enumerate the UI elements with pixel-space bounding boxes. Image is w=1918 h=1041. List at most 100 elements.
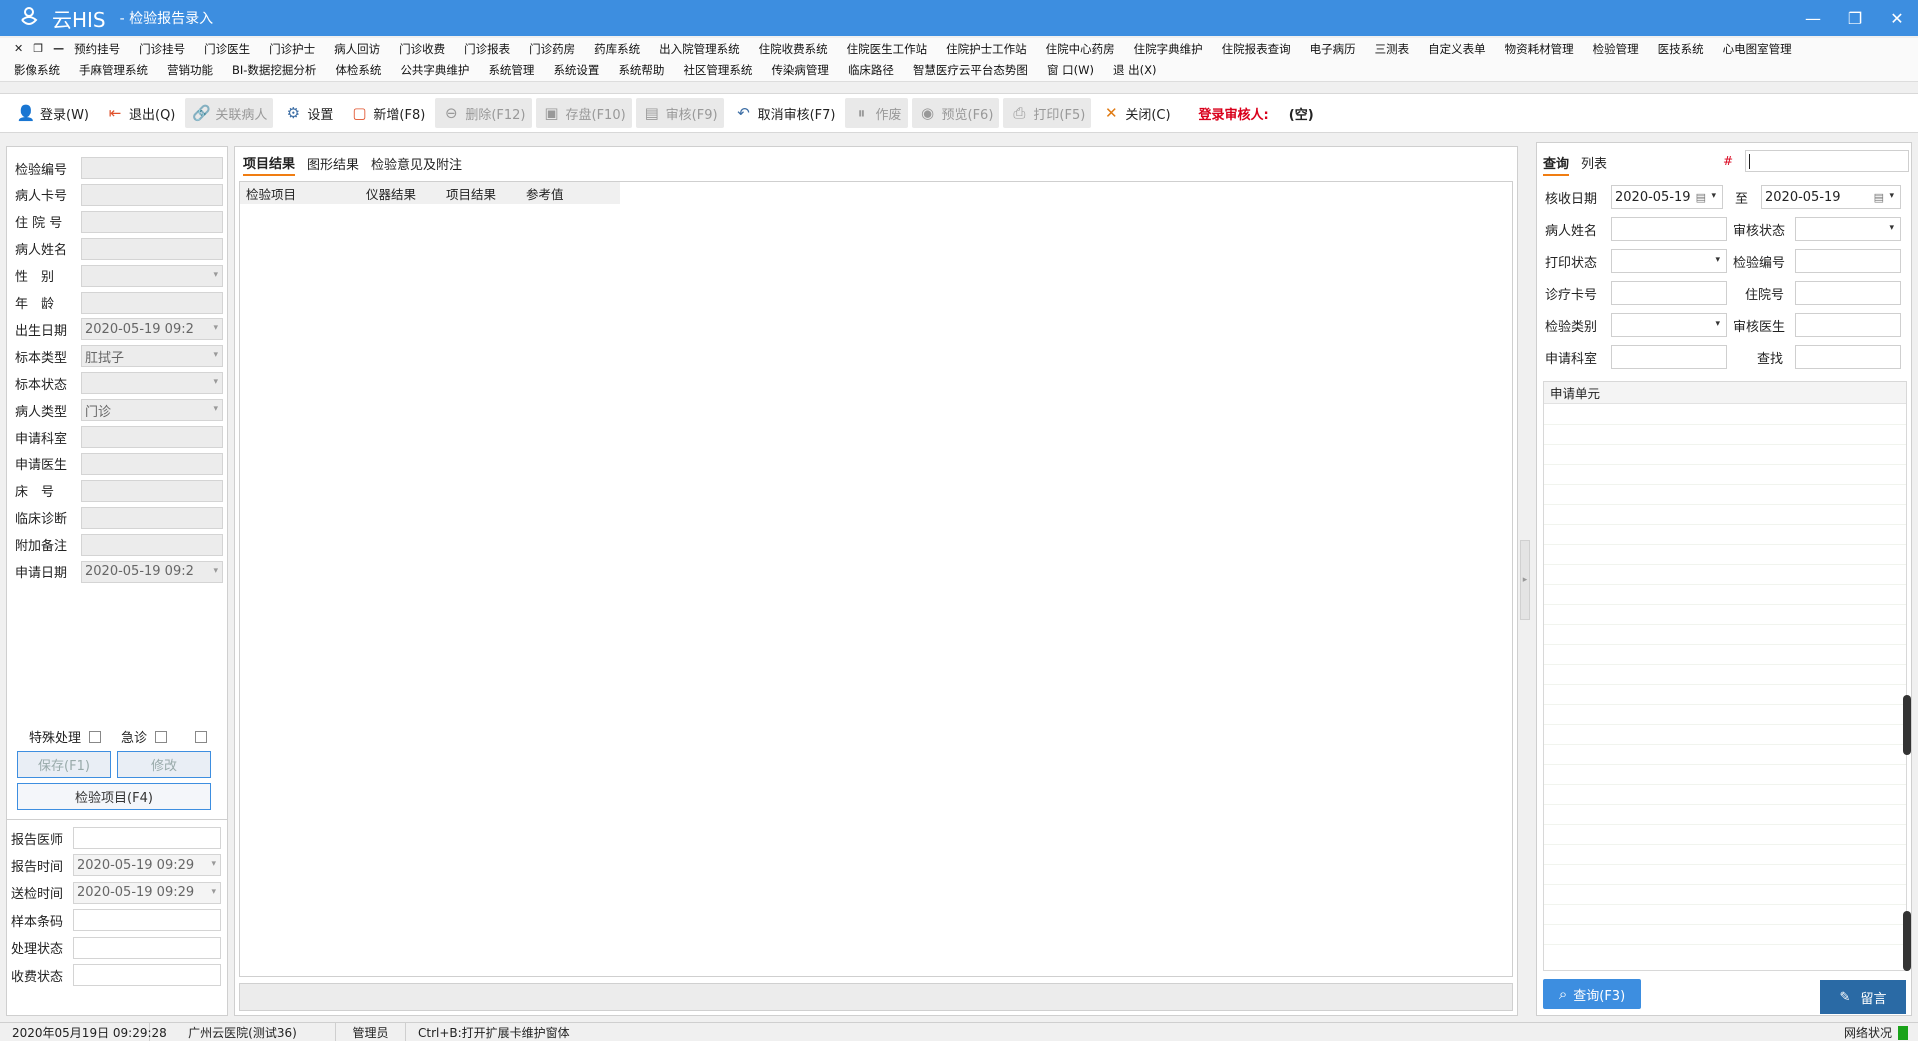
center-tab[interactable]: 图形结果 <box>307 152 359 175</box>
menu-item[interactable]: 临床路径 <box>848 62 894 78</box>
menu-item[interactable]: 出入院管理系统 <box>659 41 740 57</box>
menu-item[interactable]: 预约挂号 <box>74 41 120 57</box>
apply-dept-input[interactable] <box>1611 345 1727 369</box>
menu-item[interactable]: 病人回访 <box>334 41 380 57</box>
center-tab[interactable]: 项目结果 <box>243 151 296 176</box>
menu-item[interactable]: 药库系统 <box>594 41 640 57</box>
tab-list[interactable]: 列表 <box>1581 153 1607 176</box>
menu-item[interactable]: BI-数据挖掘分析 <box>232 62 316 78</box>
panel-splitter-handle[interactable]: ▸ <box>1520 540 1530 620</box>
column-header[interactable]: 仪器结果 <box>360 184 440 203</box>
menu-item[interactable]: 三测表 <box>1375 41 1410 57</box>
field-input[interactable]: 2020-05-19 09:2 ▾ <box>81 560 223 583</box>
menu-item[interactable]: 退 出(X) <box>1113 62 1157 78</box>
add-button[interactable]: ▢ 新增(F8) <box>343 98 431 128</box>
menu-item[interactable]: 门诊护士 <box>269 41 315 57</box>
menu-item[interactable]: 住院字典维护 <box>1134 41 1203 57</box>
column-header[interactable]: 项目结果 <box>440 184 520 203</box>
patient-name-input[interactable] <box>1611 217 1727 241</box>
clinic-card-input[interactable] <box>1611 281 1727 305</box>
link-patient-button[interactable]: 🔗 关联病人 <box>185 98 274 128</box>
field-input[interactable] <box>81 210 223 233</box>
field-input[interactable]: 门诊 ▾ <box>81 399 223 422</box>
menu-item[interactable]: 物资耗材管理 <box>1505 41 1574 57</box>
date-from-picker[interactable]: 2020-05-19 ▤ ▾ <box>1611 185 1723 209</box>
column-header[interactable]: 检验项目 <box>240 184 360 203</box>
field-input[interactable]: 2020-05-19 09:2 ▾ <box>81 318 223 341</box>
audit-doctor-input[interactable] <box>1795 313 1901 337</box>
field-input[interactable] <box>81 479 223 502</box>
field-input[interactable] <box>81 183 223 206</box>
field-input[interactable]: ▾ <box>81 372 223 395</box>
field-input[interactable] <box>81 157 223 179</box>
field-input[interactable] <box>81 452 223 475</box>
menu-item[interactable]: 系统设置 <box>553 62 599 78</box>
test-no-input[interactable] <box>1795 249 1901 273</box>
menu-item[interactable]: 门诊收费 <box>399 41 445 57</box>
save-form-button[interactable]: 保存(F1) <box>17 751 111 778</box>
field-input[interactable]: ▾ <box>81 264 223 287</box>
special-handling-checkbox[interactable] <box>89 730 102 743</box>
menu-item[interactable]: 住院收费系统 <box>759 41 828 57</box>
query-button[interactable]: ⌕ 查询(F3) <box>1543 979 1641 1009</box>
menu-item[interactable]: 社区管理系统 <box>683 62 752 78</box>
message-button[interactable]: ✎ 留言 <box>1820 980 1906 1014</box>
emergency-checkbox[interactable] <box>155 730 168 743</box>
scroll-handle-upper[interactable] <box>1903 695 1911 755</box>
menu-item[interactable]: 影像系统 <box>14 62 60 78</box>
field-input[interactable] <box>73 827 221 849</box>
menu-item[interactable]: 门诊药房 <box>529 41 575 57</box>
scroll-handle-lower[interactable] <box>1903 911 1911 971</box>
menu-item[interactable]: 住院护士工作站 <box>946 41 1027 57</box>
menu-item[interactable]: 门诊医生 <box>204 41 250 57</box>
save-disk-button[interactable]: ▣ 存盘(F10) <box>535 98 632 128</box>
menu-item[interactable]: 窗 口(W) <box>1047 62 1094 78</box>
request-unit-list[interactable]: 申请单元 <box>1543 381 1907 971</box>
field-input[interactable] <box>73 909 221 932</box>
login-button[interactable]: 👤 登录(W) <box>10 98 95 128</box>
menu-item[interactable]: 手麻管理系统 <box>79 62 148 78</box>
menu-item[interactable]: 营销功能 <box>167 62 213 78</box>
audit-status-select[interactable]: ▾ <box>1795 217 1901 241</box>
find-input[interactable] <box>1795 345 1901 369</box>
tab-query[interactable]: 查询 <box>1543 153 1570 176</box>
menu-item[interactable]: 门诊报表 <box>464 41 510 57</box>
field-input[interactable]: 2020-05-19 09:29 ▾ <box>73 854 221 877</box>
print-status-select[interactable]: ▾ <box>1611 249 1727 273</box>
menu-item[interactable]: 体检系统 <box>335 62 381 78</box>
field-input[interactable] <box>81 506 223 529</box>
field-input[interactable] <box>73 936 221 959</box>
restore-child-icon[interactable]: ❐ <box>33 42 43 55</box>
menu-item[interactable]: 智慧医疗云平台态势图 <box>913 62 1028 78</box>
restore-button[interactable]: ❐ <box>1834 0 1876 36</box>
menu-item[interactable]: 系统管理 <box>488 62 534 78</box>
settings-button[interactable]: ⚙ 设置 <box>277 98 339 128</box>
menu-item[interactable]: 自定义表单 <box>1428 41 1486 57</box>
print-button[interactable]: ⎙ 打印(F5) <box>1003 98 1092 128</box>
logout-button[interactable]: ⇤ 退出(Q) <box>99 98 181 128</box>
menu-item[interactable]: 心电图室管理 <box>1723 41 1792 57</box>
preview-button[interactable]: ◉ 预览(F6) <box>911 98 1000 128</box>
date-to-picker[interactable]: 2020-05-19 ▤ ▾ <box>1761 185 1901 209</box>
menu-item[interactable]: 检验管理 <box>1593 41 1639 57</box>
menu-item[interactable]: 传染病管理 <box>771 62 829 78</box>
menu-item[interactable]: 住院报表查询 <box>1222 41 1291 57</box>
close-window-button[interactable]: ✕ <box>1876 0 1918 36</box>
menu-item[interactable]: 系统帮助 <box>618 62 664 78</box>
minimize-child-icon[interactable]: — <box>53 42 64 55</box>
inpatient-no-input[interactable] <box>1795 281 1901 305</box>
test-category-select[interactable]: ▾ <box>1611 313 1727 337</box>
field-input[interactable] <box>81 237 223 260</box>
column-header[interactable]: 参考值 <box>520 184 610 203</box>
field-input[interactable] <box>81 291 223 314</box>
menu-item[interactable]: 住院中心药房 <box>1046 41 1115 57</box>
results-grid[interactable]: 检验项目 仪器结果 项目结果 参考值 <box>239 181 1513 977</box>
field-input[interactable] <box>81 533 223 556</box>
menu-item[interactable]: 电子病历 <box>1310 41 1356 57</box>
menu-item[interactable]: 门诊挂号 <box>139 41 185 57</box>
test-items-button[interactable]: 检验项目(F4) <box>17 783 211 810</box>
cancel-audit-button[interactable]: ↶ 取消审核(F7) <box>728 98 842 128</box>
close-button[interactable]: ✕ 关闭(C) <box>1095 98 1176 128</box>
field-input[interactable]: 2020-05-19 09:29 ▾ <box>73 881 221 904</box>
menu-item[interactable]: 住院医生工作站 <box>847 41 928 57</box>
